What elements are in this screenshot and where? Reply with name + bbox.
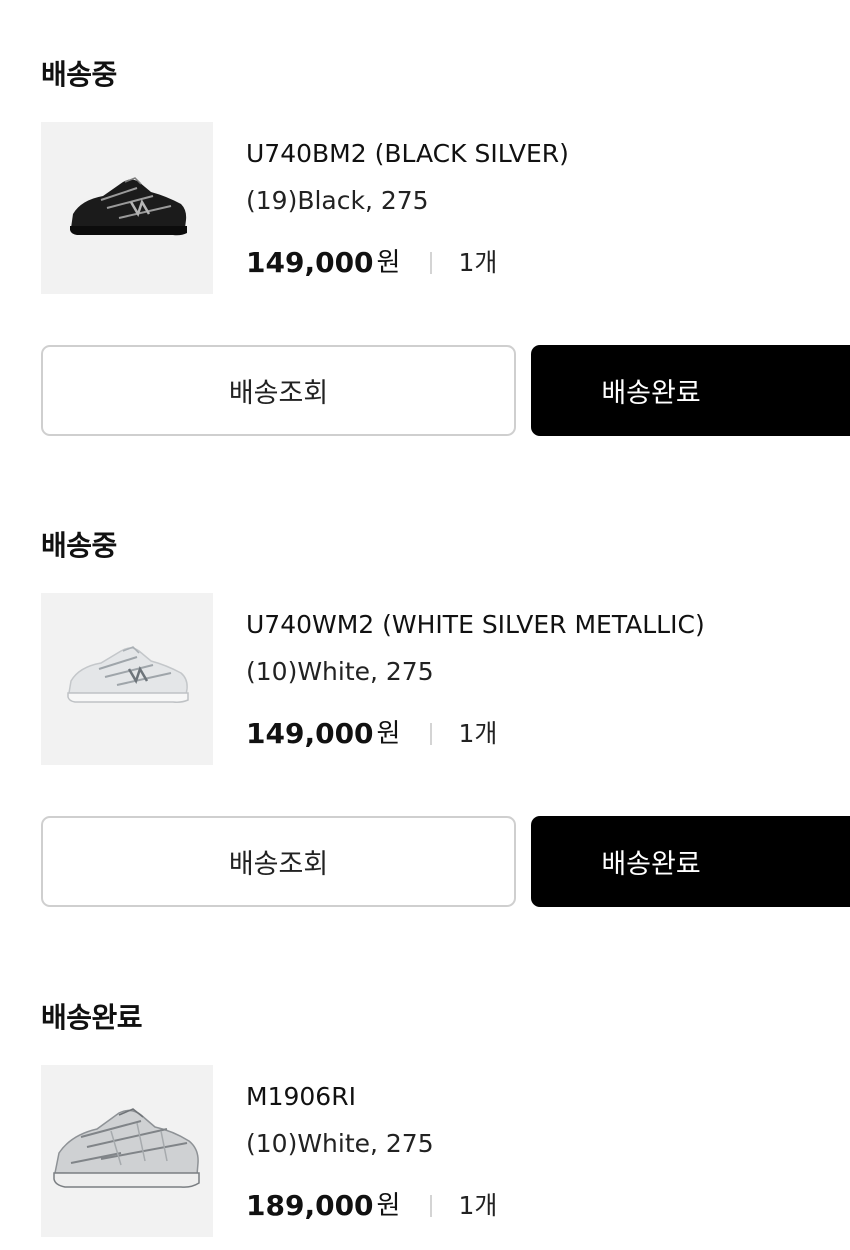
- product-name[interactable]: M1906RI: [246, 1079, 356, 1115]
- price-row: 189,000 원 1개: [246, 1186, 497, 1226]
- price-currency: 원: [376, 248, 401, 278]
- product-thumbnail[interactable]: [41, 122, 213, 294]
- price-currency: 원: [376, 719, 401, 749]
- sneaker-silver-image: [53, 1108, 200, 1188]
- divider: [430, 723, 433, 745]
- price-amount: 189,000: [246, 1189, 374, 1222]
- product-option: (19)Black, 275: [246, 186, 429, 215]
- product-thumbnail[interactable]: [41, 1065, 213, 1237]
- order-card-3: 배송완료 M1906RI (10)White, 275 189,000 원 1개: [0, 943, 850, 1250]
- order-status: 배송중: [41, 529, 117, 562]
- quantity: 1개: [458, 1191, 498, 1220]
- price-amount: 149,000: [246, 717, 374, 750]
- track-delivery-button[interactable]: 배송조회: [41, 345, 516, 436]
- delivery-complete-button[interactable]: 배송완료: [531, 816, 850, 907]
- sneaker-white-image: [67, 646, 189, 703]
- order-status: 배송완료: [41, 1001, 143, 1034]
- quantity: 1개: [458, 248, 498, 277]
- sneaker-black-image: [70, 177, 187, 236]
- product-thumbnail[interactable]: [41, 593, 213, 765]
- product-name[interactable]: U740WM2 (WHITE SILVER METALLIC): [246, 607, 705, 643]
- divider: [430, 1195, 433, 1217]
- price-row: 149,000 원 1개: [246, 243, 497, 283]
- order-status: 배송중: [41, 58, 117, 91]
- order-card-2: 배송중 U740WM2 (WHITE SILVER METALLIC) (10)…: [0, 471, 850, 907]
- price-amount: 149,000: [246, 246, 374, 279]
- divider: [430, 252, 433, 274]
- price-currency: 원: [376, 1191, 401, 1221]
- quantity: 1개: [458, 719, 498, 748]
- delivery-complete-button[interactable]: 배송완료: [531, 345, 850, 436]
- product-option: (10)White, 275: [246, 657, 434, 686]
- track-delivery-button[interactable]: 배송조회: [41, 816, 516, 907]
- product-option: (10)White, 275: [246, 1129, 434, 1158]
- order-card-1: 배송중 U740BM2 (BLACK SILVER) (19)Black, 27…: [0, 0, 850, 436]
- product-name[interactable]: U740BM2 (BLACK SILVER): [246, 136, 569, 172]
- price-row: 149,000 원 1개: [246, 714, 497, 754]
